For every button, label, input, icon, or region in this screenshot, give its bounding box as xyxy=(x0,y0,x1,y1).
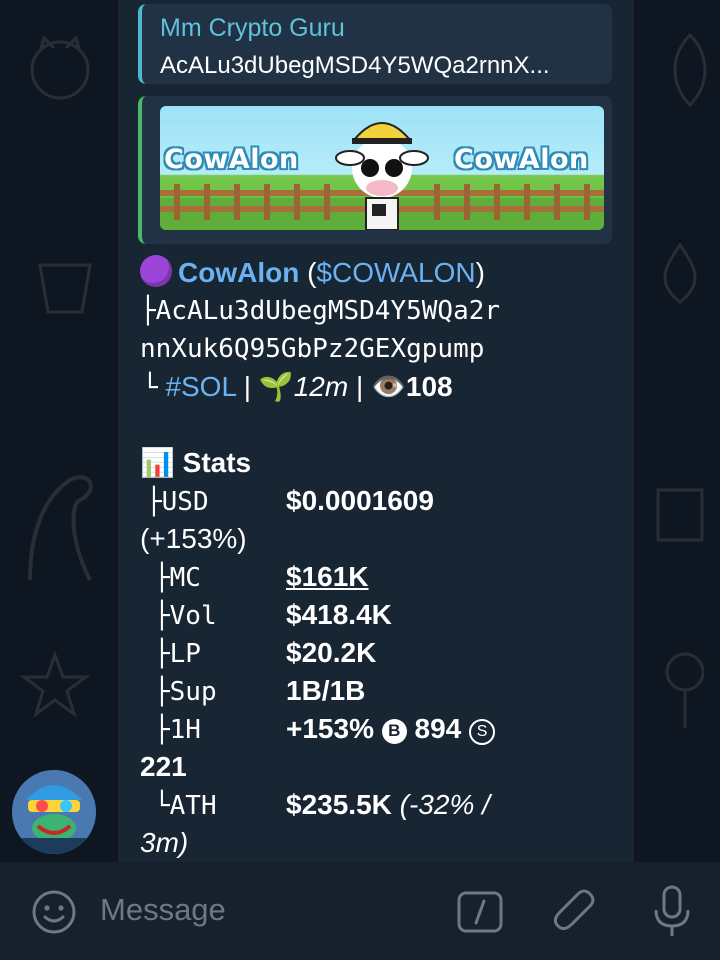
stats-value-sup: 1B/1B xyxy=(286,675,366,706)
doodle-cat-icon xyxy=(30,35,90,100)
purple-circle-icon xyxy=(140,255,172,287)
seedling-icon: 🌱 xyxy=(258,371,294,402)
symbol-open: ( xyxy=(299,257,317,288)
stats-row-vol: ├Vol $418.4K xyxy=(140,596,392,635)
sender-avatar[interactable] xyxy=(12,770,96,854)
stats-label-ath: └ATH xyxy=(154,791,217,821)
microphone-icon[interactable] xyxy=(650,884,694,940)
paperclip-icon[interactable] xyxy=(552,886,600,938)
stats-value-ath: $235.5K xyxy=(286,789,392,820)
eye-icon: 👁️ xyxy=(371,371,406,402)
doodle-leaf-icon xyxy=(673,32,707,108)
link-preview[interactable]: CowAlon CowAlon xyxy=(138,96,612,244)
doodle-lollipop-icon xyxy=(665,652,705,728)
message-composer: Message xyxy=(0,862,720,960)
address-line-1[interactable]: ├AcALu3dUbegMSD4Y5WQa2r xyxy=(140,292,500,330)
stats-row-ath: └ATH $235.5K (-32% / xyxy=(140,786,490,825)
stats-value-lp: $20.2K xyxy=(286,637,377,668)
buys-count: 894 xyxy=(414,713,462,744)
reply-quote[interactable]: Mm Crypto Guru AcALu3dUbegMSD4Y5WQa2rnnX… xyxy=(138,4,612,84)
message-input[interactable]: Message xyxy=(100,892,226,928)
stats-label-sup: ├Sup xyxy=(154,677,217,707)
doodle-drop-icon xyxy=(663,242,697,304)
token-name-link[interactable]: CowAlon xyxy=(178,257,299,288)
doodle-cup-icon xyxy=(38,263,92,314)
banner-text-right: CowAlon xyxy=(454,144,589,175)
stats-label-mc: ├MC xyxy=(154,563,201,593)
meta-separator-1: | xyxy=(236,371,259,402)
banner-text-left: CowAlon xyxy=(164,144,299,175)
stats-label-vol: ├Vol xyxy=(154,601,217,631)
stats-row-mc: ├MC $161K xyxy=(140,558,369,597)
slash-command-icon[interactable] xyxy=(456,890,504,934)
stats-value-usd: $0.0001609 xyxy=(286,485,434,516)
chain-hashtag[interactable]: #SOL xyxy=(165,371,236,402)
doodle-dinosaur-icon xyxy=(28,475,93,581)
token-age: 12m xyxy=(293,371,349,402)
stats-title: Stats xyxy=(182,447,252,478)
stats-row-usd: ├USD $0.0001609 xyxy=(140,482,434,521)
sells-icon: S xyxy=(469,719,496,745)
message-bubble[interactable]: Mm Crypto Guru AcALu3dUbegMSD4Y5WQa2rnnX… xyxy=(118,0,634,862)
stats-usd-change: (+153%) xyxy=(140,523,247,554)
meta-separator-2: | xyxy=(348,371,372,402)
stats-label-lp: ├LP xyxy=(154,639,201,669)
bar-chart-icon: 📊 xyxy=(140,447,175,478)
stats-label-usd: ├USD xyxy=(146,487,209,517)
reply-author: Mm Crypto Guru xyxy=(160,14,345,42)
stats-row-sup: ├Sup 1B/1B xyxy=(140,672,365,711)
stats-value-mc[interactable]: $161K xyxy=(286,561,369,592)
token-title-line: CowAlon ($COWALON) xyxy=(140,254,485,292)
token-symbol-link[interactable]: $COWALON xyxy=(316,257,475,288)
stats-value-1h: +153% xyxy=(286,713,374,744)
stats-header: 📊 Stats xyxy=(140,444,251,482)
symbol-close: ) xyxy=(475,257,485,288)
stats-label-1h: ├1H xyxy=(154,715,201,745)
corner-glyph: └ xyxy=(142,373,158,403)
doodle-star-icon xyxy=(20,650,90,718)
token-meta-line: └ #SOL | 🌱12m | 👁️108 xyxy=(140,368,453,407)
sells-count: 221 xyxy=(140,751,187,782)
ath-change: (-32% / xyxy=(399,789,490,820)
stats-row-1h: ├1H +153% B 894 S xyxy=(140,710,496,749)
stats-value-vol: $418.4K xyxy=(286,599,392,630)
ath-time: 3m) xyxy=(140,827,189,858)
address-line-2[interactable]: nnXuk6Q95GbPz2GEXgpump xyxy=(140,330,484,368)
buys-icon: B xyxy=(381,718,407,744)
emoji-icon[interactable] xyxy=(30,888,78,936)
avatar-image xyxy=(12,770,96,854)
preview-banner-image[interactable]: CowAlon CowAlon xyxy=(160,106,604,230)
stats-row-lp: ├LP $20.2K xyxy=(140,634,376,673)
view-count: 108 xyxy=(405,371,453,402)
reply-text: AcALu3dUbegMSD4Y5WQa2rnnX... xyxy=(160,52,550,79)
doodle-cake-icon xyxy=(656,488,704,542)
